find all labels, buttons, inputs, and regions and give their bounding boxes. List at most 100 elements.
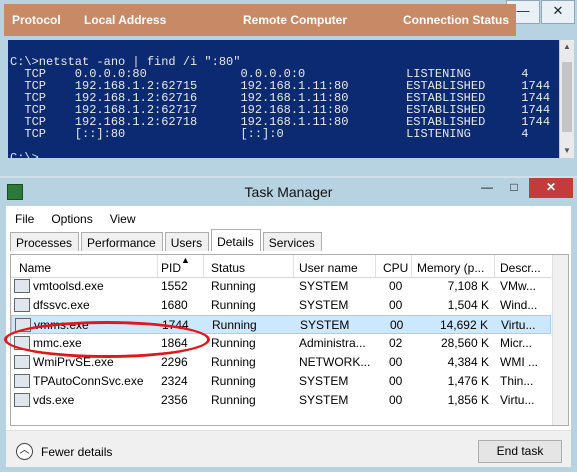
footer-bar: ︿ Fewer details End task: [6, 430, 571, 467]
window-controls: — □ ✕: [472, 178, 573, 198]
cell-status: Running: [211, 355, 256, 369]
cell-mem: 4,384 K: [447, 355, 489, 369]
tab-services[interactable]: Services: [262, 232, 322, 251]
scroll-up-arrow-icon[interactable]: ▲: [560, 40, 574, 54]
fewer-details-label: Fewer details: [41, 444, 113, 459]
maximize-button[interactable]: □: [502, 178, 526, 198]
cell-cpu: 00: [389, 355, 403, 369]
cell-cpu: 00: [389, 298, 403, 312]
minimize-button[interactable]: —: [475, 178, 499, 198]
header-local-address: Local Address: [84, 13, 167, 27]
cell-desc: Wind...: [500, 298, 538, 312]
cell-pid: 2324: [161, 374, 188, 388]
table-row[interactable]: vmtoolsd.exe 1552 Running SYSTEM 00 7,108 K VM…: [11, 277, 551, 296]
cell-name: dfssvc.exe: [33, 298, 90, 312]
cell-mem: 7,108 K: [447, 279, 489, 293]
column-name[interactable]: Name: [19, 261, 51, 275]
cell-pid: 1680: [161, 298, 188, 312]
cell-desc: Micr...: [500, 336, 532, 350]
cell-cpu: 00: [389, 393, 403, 407]
process-icon: [14, 279, 30, 293]
cell-user: SYSTEM: [299, 374, 349, 388]
cell-desc: Virtu...: [501, 318, 536, 332]
tab-strip: Processes Performance Users Details Serv…: [10, 229, 324, 254]
cell-pid: 1552: [161, 279, 188, 293]
tab-users[interactable]: Users: [164, 232, 210, 251]
cell-desc: Thin...: [500, 374, 534, 388]
table-row[interactable]: TPAutoConnSvc.exe 2324 Running SYSTEM 00 1,47…: [11, 372, 551, 391]
cell-cpu: 00: [389, 374, 403, 388]
cell-desc: VMw...: [500, 279, 537, 293]
console-output[interactable]: C:\>netstat -ano | find /i ":80" TCP 0.0…: [8, 40, 559, 158]
cell-user: SYSTEM: [299, 298, 349, 312]
process-icon: [14, 298, 30, 312]
cell-pid: 2296: [161, 355, 188, 369]
cell-status: Running: [211, 279, 256, 293]
column-description[interactable]: Descr...: [500, 261, 541, 275]
column-divider: [494, 255, 495, 277]
cell-status: Running: [211, 393, 256, 407]
cell-status: Running: [211, 298, 256, 312]
table-scrollbar[interactable]: [552, 255, 568, 425]
column-status[interactable]: Status: [211, 261, 245, 275]
console-window: — ✕ C:\>netstat -ano | find /i ":80" TCP…: [0, 0, 577, 176]
cell-user: NETWORK...: [299, 355, 371, 369]
console-scrollbar[interactable]: ▲ ▼: [559, 40, 574, 158]
scroll-down-arrow-icon[interactable]: ▼: [560, 144, 574, 158]
column-divider: [375, 255, 376, 277]
cell-user: SYSTEM: [299, 393, 349, 407]
cell-cpu: 02: [389, 336, 403, 350]
table-row[interactable]: vds.exe 2356 Running SYSTEM 00 1,856 K Virtu..…: [11, 391, 551, 410]
cell-desc: WMI ...: [500, 355, 538, 369]
header-connection-status: Connection Status: [403, 13, 510, 27]
cell-mem: 14,692 K: [439, 318, 488, 332]
cell-cpu: 00: [389, 279, 403, 293]
menu-options[interactable]: Options: [42, 208, 100, 228]
cell-user: Administra...: [299, 336, 366, 350]
cell-name: TPAutoConnSvc.exe: [33, 374, 144, 388]
fewer-details-link[interactable]: ︿ Fewer details: [16, 443, 112, 460]
process-icon: [14, 355, 30, 369]
title-bar[interactable]: Task Manager — □ ✕: [0, 178, 577, 205]
column-cpu[interactable]: CPU: [383, 261, 408, 275]
tab-processes[interactable]: Processes: [10, 232, 80, 251]
highlight-ellipse: [4, 321, 210, 358]
end-task-button[interactable]: End task: [478, 440, 562, 463]
column-header-annotation: Protocol Local Address Remote Computer C…: [4, 4, 516, 36]
cell-mem: 1,504 K: [447, 298, 489, 312]
column-divider: [157, 255, 158, 277]
tab-performance[interactable]: Performance: [81, 232, 163, 251]
tab-details[interactable]: Details: [211, 229, 261, 251]
table-row[interactable]: dfssvc.exe 1680 Running SYSTEM 00 1,504 K Wind…: [11, 296, 551, 315]
cell-user: SYSTEM: [300, 318, 350, 332]
cell-name: vmtoolsd.exe: [33, 279, 104, 293]
cell-cpu: 00: [390, 318, 404, 332]
process-icon: [14, 374, 30, 388]
cell-status: Running: [211, 336, 256, 350]
cell-mem: 1,476 K: [447, 374, 489, 388]
menu-bar: File Options View: [6, 208, 144, 228]
column-divider: [203, 255, 204, 277]
table-header: Name PID ▲ Status User name CPU Memory (…: [11, 255, 551, 278]
column-divider: [293, 255, 294, 277]
cell-status: Running: [211, 374, 256, 388]
cell-mem: 1,856 K: [447, 393, 489, 407]
column-pid[interactable]: PID: [161, 261, 181, 275]
cell-name: vds.exe: [33, 393, 75, 407]
cell-pid: 2356: [161, 393, 188, 407]
process-icon: [14, 393, 30, 407]
scroll-thumb[interactable]: [562, 62, 572, 132]
menu-view[interactable]: View: [101, 208, 144, 228]
console-close-button[interactable]: ✕: [541, 0, 575, 24]
sort-ascending-icon: ▲: [181, 255, 190, 265]
column-user-name[interactable]: User name: [299, 261, 358, 275]
column-divider: [411, 255, 412, 277]
cell-mem: 28,560 K: [440, 336, 489, 350]
cell-status: Running: [212, 318, 257, 332]
cell-desc: Virtu...: [500, 393, 535, 407]
close-button[interactable]: ✕: [529, 178, 573, 198]
header-protocol: Protocol: [12, 13, 61, 27]
column-memory[interactable]: Memory (p...: [417, 261, 484, 275]
menu-file[interactable]: File: [6, 208, 42, 228]
chevron-up-icon: ︿: [16, 443, 33, 460]
